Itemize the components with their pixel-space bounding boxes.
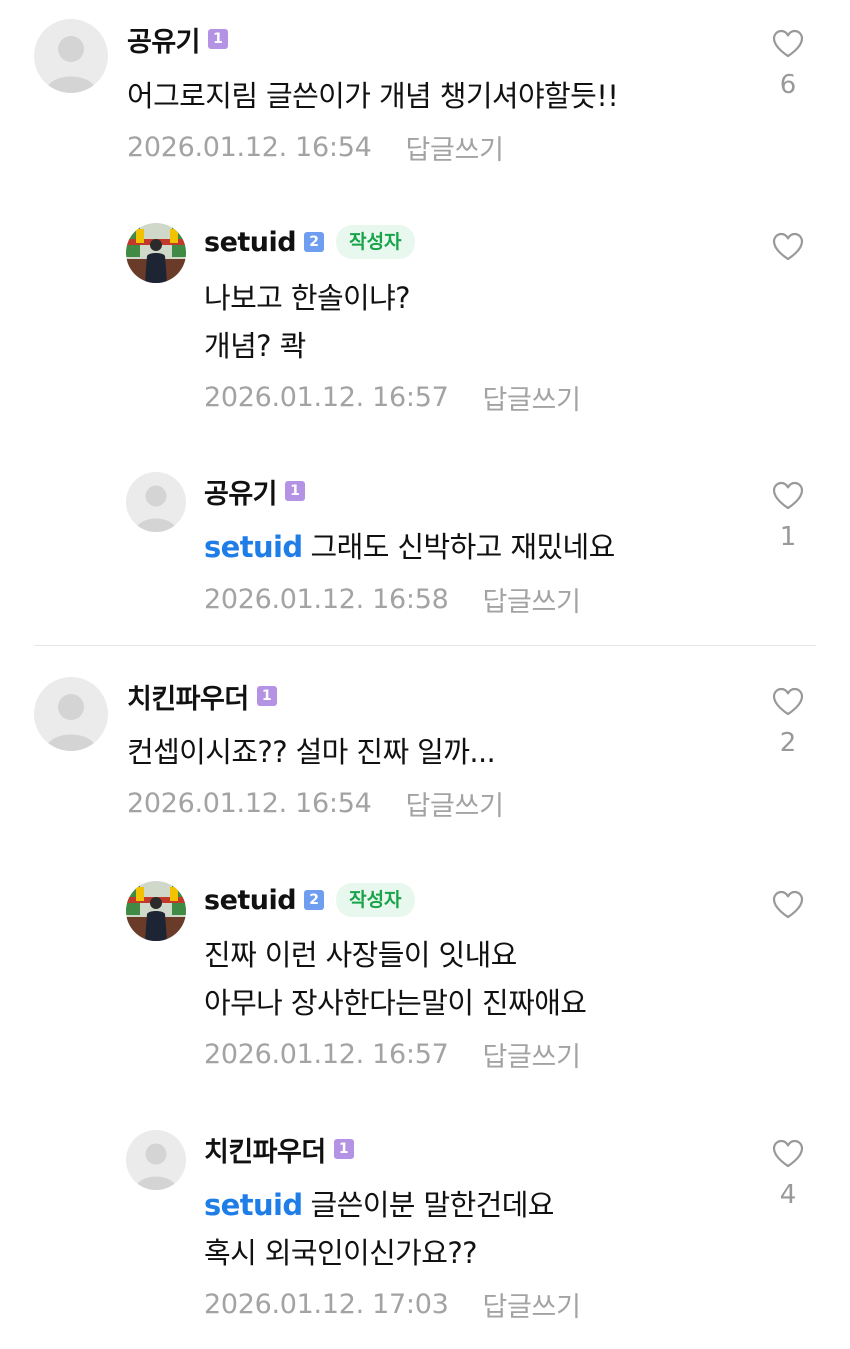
like-button[interactable] xyxy=(764,890,812,919)
heart-icon xyxy=(772,687,804,716)
comment-text: 어그로지림 글쓴이가 개념 챙기셔야할듯!! xyxy=(127,79,619,113)
default-avatar-icon xyxy=(126,472,186,532)
mention-link[interactable]: setuid xyxy=(204,530,303,564)
like-button[interactable]: 2 xyxy=(764,687,812,760)
comment-author[interactable]: 치킨파우더 xyxy=(127,677,249,716)
like-button[interactable] xyxy=(764,232,812,261)
heart-icon xyxy=(772,481,804,510)
heart-icon xyxy=(772,29,804,58)
heart-icon xyxy=(772,232,804,261)
avatar[interactable] xyxy=(126,1130,186,1190)
default-avatar-icon xyxy=(126,1130,186,1190)
level-badge: 2 xyxy=(304,232,325,252)
level-badge: 1 xyxy=(256,686,277,706)
default-avatar-icon xyxy=(34,677,108,751)
reply-button[interactable]: 답글쓰기 xyxy=(482,1035,580,1074)
comment-author[interactable]: setuid xyxy=(204,227,297,258)
comment-timestamp: 2026.01.12. 16:57 xyxy=(204,1039,449,1070)
like-count: 2 xyxy=(779,728,797,758)
comment-text: 진짜 이런 사장들이 잇내요 아무나 장사한다는말이 진짜애요 xyxy=(204,938,587,1020)
author-tag-badge: 작성자 xyxy=(336,883,415,917)
comment-timestamp: 2026.01.12. 16:54 xyxy=(127,132,372,163)
like-count: 4 xyxy=(779,1180,797,1210)
level-badge: 2 xyxy=(304,890,325,910)
like-button[interactable]: 4 xyxy=(764,1139,812,1212)
avatar[interactable] xyxy=(34,19,108,93)
level-badge: 1 xyxy=(285,481,306,501)
comment-text: setuid 글쓴이분 말한건데요 혹시 외국인이신가요?? xyxy=(204,1188,554,1270)
heart-icon xyxy=(772,1139,804,1168)
comment-timestamp: 2026.01.12. 16:54 xyxy=(127,788,372,819)
comment-timestamp: 2026.01.12. 16:57 xyxy=(204,382,449,413)
reply-button[interactable]: 답글쓰기 xyxy=(405,128,503,167)
comment-timestamp: 2026.01.12. 17:03 xyxy=(204,1289,449,1320)
comment-text: setuid 그래도 신박하고 재밌네요 xyxy=(204,530,615,564)
comment-text: 컨셉이시죠?? 설마 진짜 일까... xyxy=(127,735,496,769)
level-badge: 1 xyxy=(333,1139,354,1159)
mention-link[interactable]: setuid xyxy=(204,1188,303,1222)
avatar[interactable] xyxy=(126,472,186,532)
heart-icon xyxy=(772,890,804,919)
comment-author[interactable]: setuid xyxy=(204,885,297,916)
avatar[interactable] xyxy=(34,677,108,751)
like-button[interactable]: 6 xyxy=(764,29,812,102)
like-button[interactable]: 1 xyxy=(764,481,812,554)
reply-button[interactable]: 답글쓰기 xyxy=(482,378,580,417)
like-count: 1 xyxy=(779,522,797,552)
photo-avatar-icon xyxy=(126,881,186,941)
reply-button[interactable]: 답글쓰기 xyxy=(482,1285,580,1324)
reply-button[interactable]: 답글쓰기 xyxy=(482,580,580,619)
comment-timestamp: 2026.01.12. 16:58 xyxy=(204,584,449,615)
photo-avatar-icon xyxy=(126,223,186,283)
avatar[interactable] xyxy=(126,223,186,283)
comment-author[interactable]: 공유기 xyxy=(204,472,278,511)
comment-author[interactable]: 공유기 xyxy=(127,20,201,59)
default-avatar-icon xyxy=(34,19,108,93)
comment-text: 나보고 한솔이냐? 개념? 콱 xyxy=(204,281,411,363)
reply-button[interactable]: 답글쓰기 xyxy=(405,784,503,823)
avatar[interactable] xyxy=(126,881,186,941)
comment-divider xyxy=(34,645,816,646)
author-tag-badge: 작성자 xyxy=(336,225,415,259)
level-badge: 1 xyxy=(208,29,229,49)
like-count: 6 xyxy=(779,70,797,100)
comment-author[interactable]: 치킨파우더 xyxy=(204,1130,326,1169)
